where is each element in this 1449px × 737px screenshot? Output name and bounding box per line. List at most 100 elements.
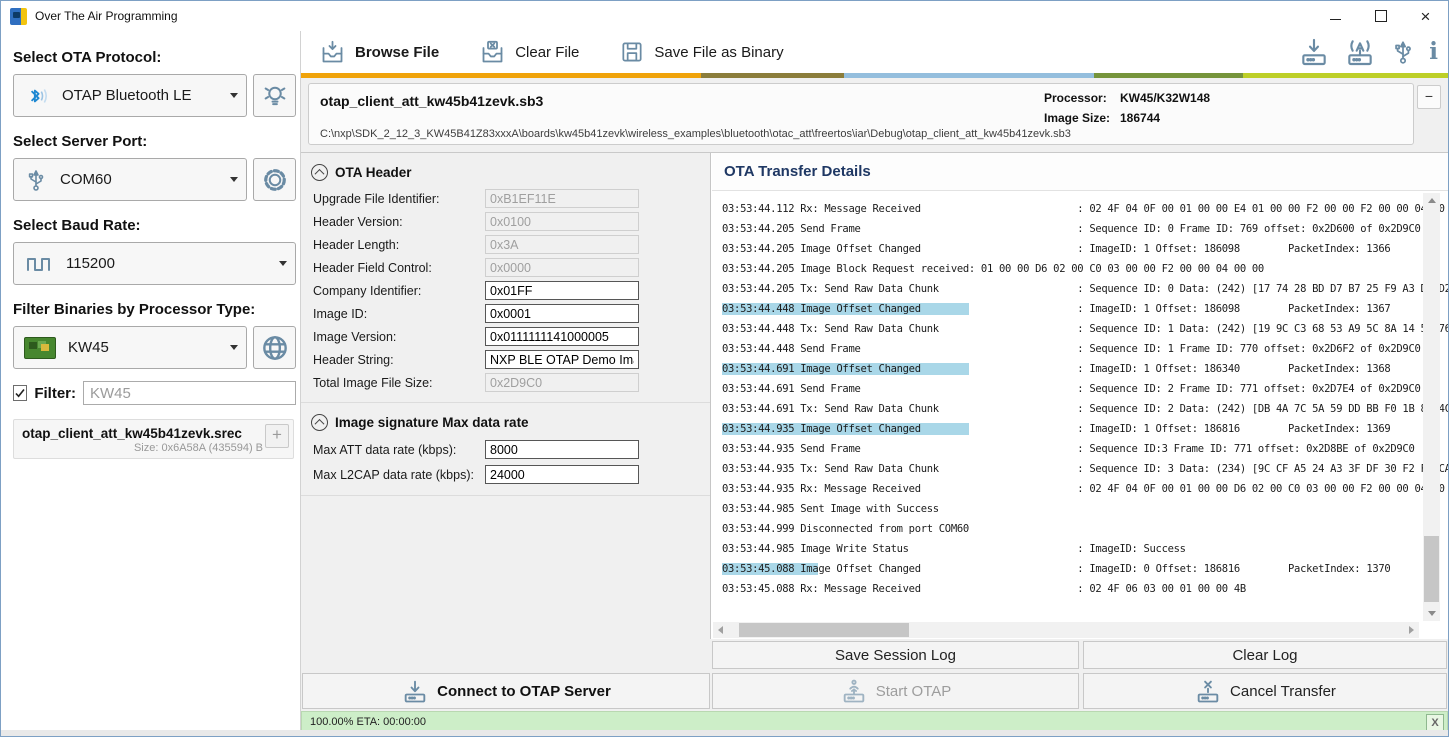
total-image-file-size-input xyxy=(485,373,639,392)
usb-toolbar-icon[interactable] xyxy=(1390,37,1416,67)
log-line: 03:53:44.985 Image Write Status : ImageI… xyxy=(722,539,1448,559)
log-line: 03:53:44.691 Image Offset Changed : Imag… xyxy=(722,359,1448,379)
receive-device-icon[interactable] xyxy=(1298,36,1330,68)
start-otap-label: Start OTAP xyxy=(876,683,952,700)
chevron-down-icon xyxy=(230,177,238,182)
connect-otap-server-button[interactable]: Connect to OTAP Server xyxy=(302,673,710,709)
chevron-up-icon[interactable] xyxy=(311,164,328,181)
title-bar: Over The Air Programming × xyxy=(1,1,1448,31)
window-bottom-edge xyxy=(1,730,1448,736)
transfer-log[interactable]: 03:53:44.112 Rx: Message Received : 02 4… xyxy=(712,191,1448,637)
image-size-value: 186744 xyxy=(1120,111,1160,125)
company-identifier-label: Company Identifier: xyxy=(313,284,485,298)
log-line: 03:53:44.112 Rx: Message Received : 02 4… xyxy=(722,199,1448,219)
ota-header-panel: OTA Header Upgrade File Identifier: Head… xyxy=(301,153,711,709)
chevron-up-icon[interactable] xyxy=(311,414,328,431)
protocol-hint-button[interactable] xyxy=(253,74,296,117)
image-version-label: Image Version: xyxy=(313,330,485,344)
log-line: 03:53:45.088 Rx: Message Received : 02 4… xyxy=(722,579,1448,599)
baud-rate-select[interactable]: 115200 xyxy=(13,242,296,285)
binary-list-item[interactable]: otap_client_att_kw45b41zevk.srec Size: 0… xyxy=(13,419,294,459)
scroll-left-arrow[interactable] xyxy=(713,622,728,638)
log-line: 03:53:44.999 Disconnected from port COM6… xyxy=(722,519,1448,539)
usb-icon xyxy=(24,167,48,193)
loaded-file-name: otap_client_att_kw45b41zevk.sb3 xyxy=(320,93,543,109)
log-line: 03:53:44.205 Image Block Request receive… xyxy=(722,259,1448,279)
horizontal-scrollbar[interactable] xyxy=(713,622,1419,638)
clear-file-button[interactable]: Clear File xyxy=(473,35,585,70)
horizontal-scroll-thumb[interactable] xyxy=(739,623,909,637)
header-version-label: Header Version: xyxy=(313,215,485,229)
image-id-input[interactable] xyxy=(485,304,639,323)
server-port-select[interactable]: COM60 xyxy=(13,158,247,201)
file-info-region: otap_client_att_kw45b41zevk.sb3 C:\nxp\S… xyxy=(301,78,1448,153)
filter-checkbox[interactable] xyxy=(13,385,27,401)
maximize-button[interactable] xyxy=(1358,1,1403,31)
log-line: 03:53:44.935 Image Offset Changed : Imag… xyxy=(722,419,1448,439)
scroll-right-arrow[interactable] xyxy=(1404,622,1419,638)
lightbulb-icon xyxy=(260,81,290,111)
filter-label: Filter: xyxy=(34,385,76,402)
collapse-file-info-button[interactable]: − xyxy=(1417,85,1441,109)
save-binary-button[interactable]: Save File as Binary xyxy=(613,35,789,69)
file-toolbar: Browse File Clear File Save File as Bina… xyxy=(301,31,1448,73)
header-field-control-input xyxy=(485,258,639,277)
loaded-file-path: C:\nxp\SDK_2_12_3_KW45B41Z83xxxA\boards\… xyxy=(320,128,1071,140)
log-line: 03:53:44.691 Tx: Send Raw Data Chunk : S… xyxy=(722,399,1448,419)
clear-log-button[interactable]: Clear Log xyxy=(1083,641,1447,669)
close-icon: × xyxy=(1421,8,1431,25)
vertical-scroll-thumb[interactable] xyxy=(1424,536,1439,602)
max-l2cap-rate-input[interactable] xyxy=(485,465,639,484)
browse-file-button[interactable]: Browse File xyxy=(313,35,445,70)
scroll-down-arrow[interactable] xyxy=(1423,606,1440,621)
header-field-control-label: Header Field Control: xyxy=(313,261,485,275)
connect-icon xyxy=(401,677,429,705)
server-port-label: Select Server Port: xyxy=(13,133,296,150)
minimize-button[interactable] xyxy=(1313,1,1358,31)
add-binary-button[interactable]: + xyxy=(265,424,289,448)
log-line: 03:53:44.935 Tx: Send Raw Data Chunk : S… xyxy=(722,459,1448,479)
browse-file-icon xyxy=(319,39,346,66)
log-line: 03:53:45.088 Image Offset Changed : Imag… xyxy=(722,559,1448,579)
log-line: 03:53:44.205 Tx: Send Raw Data Chunk : S… xyxy=(722,279,1448,299)
cancel-transfer-button[interactable]: Cancel Transfer xyxy=(1083,673,1447,709)
log-line: 03:53:44.205 Image Offset Changed : Imag… xyxy=(722,239,1448,259)
protocol-select[interactable]: OTAP Bluetooth LE xyxy=(13,74,247,117)
log-line: 03:53:44.935 Send Frame : Sequence ID:3 … xyxy=(722,439,1448,459)
processor-info-label: Processor: xyxy=(1044,91,1116,105)
vertical-scrollbar[interactable] xyxy=(1423,193,1440,621)
globe-icon xyxy=(259,332,291,364)
company-identifier-input[interactable] xyxy=(485,281,639,300)
upgrade-file-identifier-input xyxy=(485,189,639,208)
max-l2cap-rate-label: Max L2CAP data rate (kbps): xyxy=(313,468,485,482)
start-otap-button[interactable]: Start OTAP xyxy=(712,673,1079,709)
transfer-details-title: OTA Transfer Details xyxy=(724,163,871,180)
filter-input[interactable] xyxy=(83,381,296,405)
header-string-label: Header String: xyxy=(313,353,485,367)
signature-section-title: Image signature Max data rate xyxy=(335,415,529,430)
sidebar: Select OTA Protocol: OTAP Bluetooth LE S… xyxy=(1,31,301,730)
server-port-value: COM60 xyxy=(60,171,230,188)
download-binaries-button[interactable] xyxy=(253,326,296,369)
header-string-input[interactable] xyxy=(485,350,639,369)
board-icon xyxy=(24,337,56,359)
header-length-input xyxy=(485,235,639,254)
scroll-up-arrow[interactable] xyxy=(1423,193,1440,208)
save-session-log-button[interactable]: Save Session Log xyxy=(712,641,1079,669)
processor-value: KW45 xyxy=(68,339,230,356)
max-att-rate-input[interactable] xyxy=(485,440,639,459)
bluetooth-icon xyxy=(24,83,50,109)
chevron-down-icon xyxy=(230,93,238,98)
chevron-down-icon xyxy=(279,261,287,266)
browse-file-label: Browse File xyxy=(355,44,439,61)
chevron-down-icon xyxy=(230,345,238,350)
info-icon[interactable]: i xyxy=(1429,41,1438,63)
wireless-device-icon[interactable] xyxy=(1343,36,1377,68)
cancel-transfer-icon xyxy=(1194,677,1222,705)
section-divider xyxy=(301,495,710,496)
image-version-input[interactable] xyxy=(485,327,639,346)
port-settings-button[interactable] xyxy=(253,158,296,201)
image-size-label: Image Size: xyxy=(1044,111,1116,125)
processor-select[interactable]: KW45 xyxy=(13,326,247,369)
close-button[interactable]: × xyxy=(1403,1,1448,31)
